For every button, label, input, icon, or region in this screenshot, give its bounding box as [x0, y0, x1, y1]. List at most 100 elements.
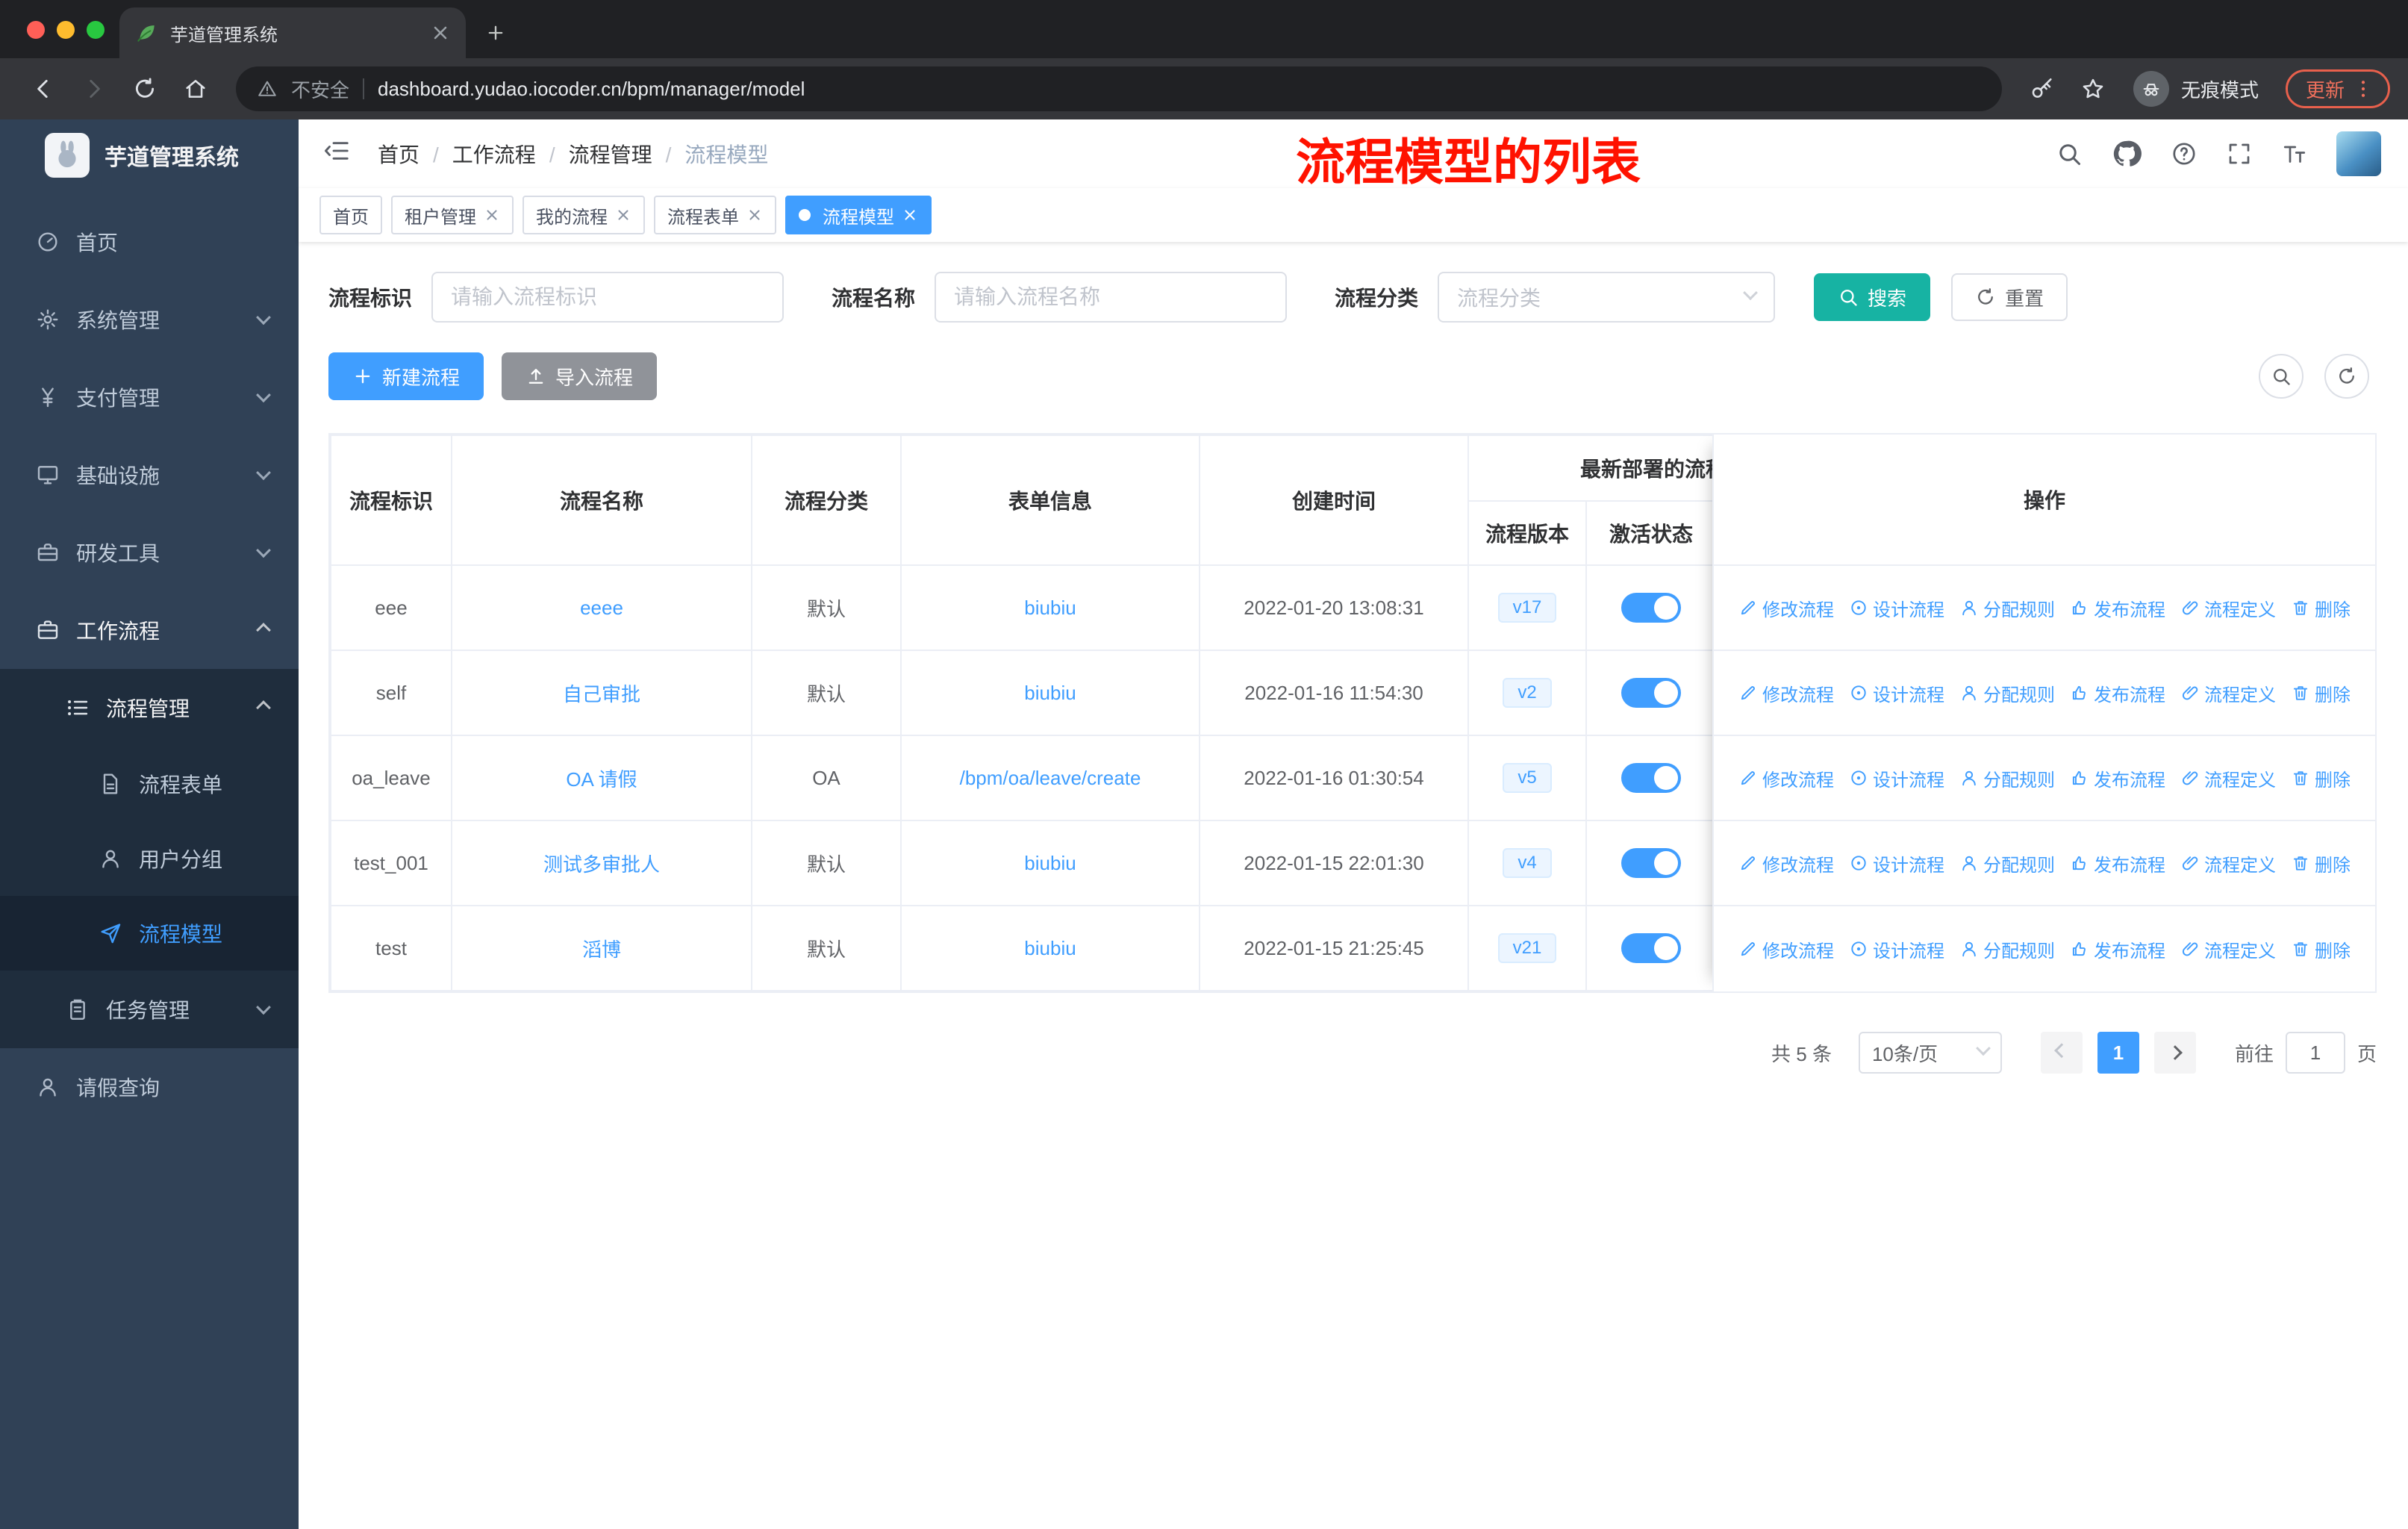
import-process-button[interactable]: 导入流程 [502, 352, 658, 400]
goto-page-input[interactable] [2285, 1032, 2345, 1074]
sidebar-item-payment[interactable]: 支付管理 [0, 358, 299, 436]
active-status-toggle[interactable] [1621, 848, 1681, 878]
design-process-link[interactable]: 设计流程 [1849, 680, 1944, 706]
sidebar-item-process-management[interactable]: 流程管理 [0, 669, 299, 747]
delete-link[interactable]: 删除 [2291, 850, 2351, 876]
assign-rule-link[interactable]: 分配规则 [1959, 936, 2055, 962]
font-size-icon[interactable] [2281, 140, 2308, 167]
tab-close-icon[interactable] [430, 22, 451, 43]
process-name-link[interactable]: 自己审批 [563, 683, 640, 706]
sidebar-item-leave-query[interactable]: 请假查询 [0, 1048, 299, 1126]
sidebar-item-task-management[interactable]: 任务管理 [0, 971, 299, 1048]
reload-button[interactable] [119, 63, 170, 114]
design-process-link[interactable]: 设计流程 [1849, 850, 1944, 876]
active-status-toggle[interactable] [1621, 763, 1681, 793]
process-definition-link[interactable]: 流程定义 [2180, 850, 2276, 876]
address-bar[interactable]: 不安全 dashboard.yudao.iocoder.cn/bpm/manag… [236, 66, 2002, 111]
delete-link[interactable]: 删除 [2291, 595, 2351, 621]
process-category-select[interactable]: 流程分类 [1438, 272, 1776, 323]
minimize-window-button[interactable] [57, 21, 75, 39]
refresh-table-button[interactable] [2324, 354, 2369, 399]
delete-link[interactable]: 删除 [2291, 680, 2351, 706]
sidebar-item-user-group[interactable]: 用户分组 [0, 821, 299, 896]
process-id-input[interactable] [431, 272, 785, 323]
tag-process-model[interactable]: 流程模型 [785, 196, 932, 234]
design-process-link[interactable]: 设计流程 [1849, 765, 1944, 791]
tag-home[interactable]: 首页 [319, 196, 382, 234]
sidebar-item-infrastructure[interactable]: 基础设施 [0, 436, 299, 514]
password-key-icon[interactable] [2017, 63, 2068, 114]
form-info-link[interactable]: biubiu [1024, 597, 1076, 619]
publish-process-link[interactable]: 发布流程 [2070, 595, 2165, 621]
form-info-link[interactable]: /bpm/oa/leave/create [960, 767, 1141, 789]
edit-process-link[interactable]: 修改流程 [1738, 850, 1834, 876]
active-status-toggle[interactable] [1621, 593, 1681, 623]
browser-update-button[interactable]: 更新 [2285, 69, 2390, 108]
publish-process-link[interactable]: 发布流程 [2070, 765, 2165, 791]
current-page-button[interactable]: 1 [2097, 1032, 2139, 1074]
sidebar-item-workflow[interactable]: 工作流程 [0, 591, 299, 669]
close-window-button[interactable] [27, 21, 45, 39]
toggle-search-button[interactable] [2259, 354, 2303, 399]
close-icon[interactable] [615, 207, 631, 223]
delete-link[interactable]: 删除 [2291, 936, 2351, 962]
form-info-link[interactable]: biubiu [1024, 682, 1076, 704]
search-icon[interactable] [2056, 140, 2083, 167]
assign-rule-link[interactable]: 分配规则 [1959, 765, 2055, 791]
new-tab-button[interactable] [475, 12, 517, 54]
browser-tab[interactable]: 芋道管理系统 [119, 7, 466, 58]
process-definition-link[interactable]: 流程定义 [2180, 765, 2276, 791]
next-page-button[interactable] [2153, 1032, 2196, 1074]
process-name-link[interactable]: 滔博 [582, 938, 621, 961]
edit-process-link[interactable]: 修改流程 [1738, 680, 1834, 706]
search-button[interactable]: 搜索 [1814, 273, 1931, 321]
breadcrumb-item[interactable]: 流程管理 [536, 139, 652, 169]
home-button[interactable] [170, 63, 221, 114]
publish-process-link[interactable]: 发布流程 [2070, 850, 2165, 876]
forward-button[interactable] [69, 63, 119, 114]
prev-page-button[interactable] [2040, 1032, 2083, 1074]
publish-process-link[interactable]: 发布流程 [2070, 936, 2165, 962]
active-status-toggle[interactable] [1621, 933, 1681, 963]
sidebar-fold-icon[interactable] [322, 137, 351, 171]
sidebar-item-process-model[interactable]: 流程模型 [0, 896, 299, 971]
process-name-link[interactable]: eeee [580, 597, 623, 619]
back-button[interactable] [18, 63, 69, 114]
sidebar-item-process-form[interactable]: 流程表单 [0, 747, 299, 821]
tag-process-form[interactable]: 流程表单 [654, 196, 776, 234]
edit-process-link[interactable]: 修改流程 [1738, 595, 1834, 621]
active-status-toggle[interactable] [1621, 678, 1681, 708]
breadcrumb-item[interactable]: 首页 [378, 139, 419, 169]
close-icon[interactable] [902, 207, 918, 223]
tag-my-process[interactable]: 我的流程 [523, 196, 645, 234]
bookmark-star-icon[interactable] [2068, 63, 2118, 114]
page-size-select[interactable]: 10条/页 [1858, 1032, 2002, 1074]
process-definition-link[interactable]: 流程定义 [2180, 936, 2276, 962]
more-menu-icon[interactable] [2352, 78, 2374, 100]
github-icon[interactable] [2111, 138, 2142, 169]
close-icon[interactable] [484, 207, 500, 223]
process-name-link[interactable]: 测试多审批人 [543, 853, 660, 876]
assign-rule-link[interactable]: 分配规则 [1959, 595, 2055, 621]
process-definition-link[interactable]: 流程定义 [2180, 595, 2276, 621]
process-definition-link[interactable]: 流程定义 [2180, 680, 2276, 706]
fullscreen-icon[interactable] [2226, 140, 2253, 167]
zoom-window-button[interactable] [87, 21, 105, 39]
process-name-input[interactable] [935, 272, 1288, 323]
assign-rule-link[interactable]: 分配规则 [1959, 850, 2055, 876]
breadcrumb-item[interactable]: 工作流程 [419, 139, 536, 169]
avatar[interactable] [2336, 131, 2381, 176]
design-process-link[interactable]: 设计流程 [1849, 936, 1944, 962]
design-process-link[interactable]: 设计流程 [1849, 595, 1944, 621]
edit-process-link[interactable]: 修改流程 [1738, 936, 1834, 962]
edit-process-link[interactable]: 修改流程 [1738, 765, 1834, 791]
assign-rule-link[interactable]: 分配规则 [1959, 680, 2055, 706]
sidebar-item-home[interactable]: 首页 [0, 203, 299, 281]
publish-process-link[interactable]: 发布流程 [2070, 680, 2165, 706]
close-icon[interactable] [746, 207, 763, 223]
form-info-link[interactable]: biubiu [1024, 937, 1076, 959]
create-process-button[interactable]: 新建流程 [328, 352, 484, 400]
form-info-link[interactable]: biubiu [1024, 852, 1076, 874]
tag-tenant[interactable]: 租户管理 [391, 196, 514, 234]
delete-link[interactable]: 删除 [2291, 765, 2351, 791]
